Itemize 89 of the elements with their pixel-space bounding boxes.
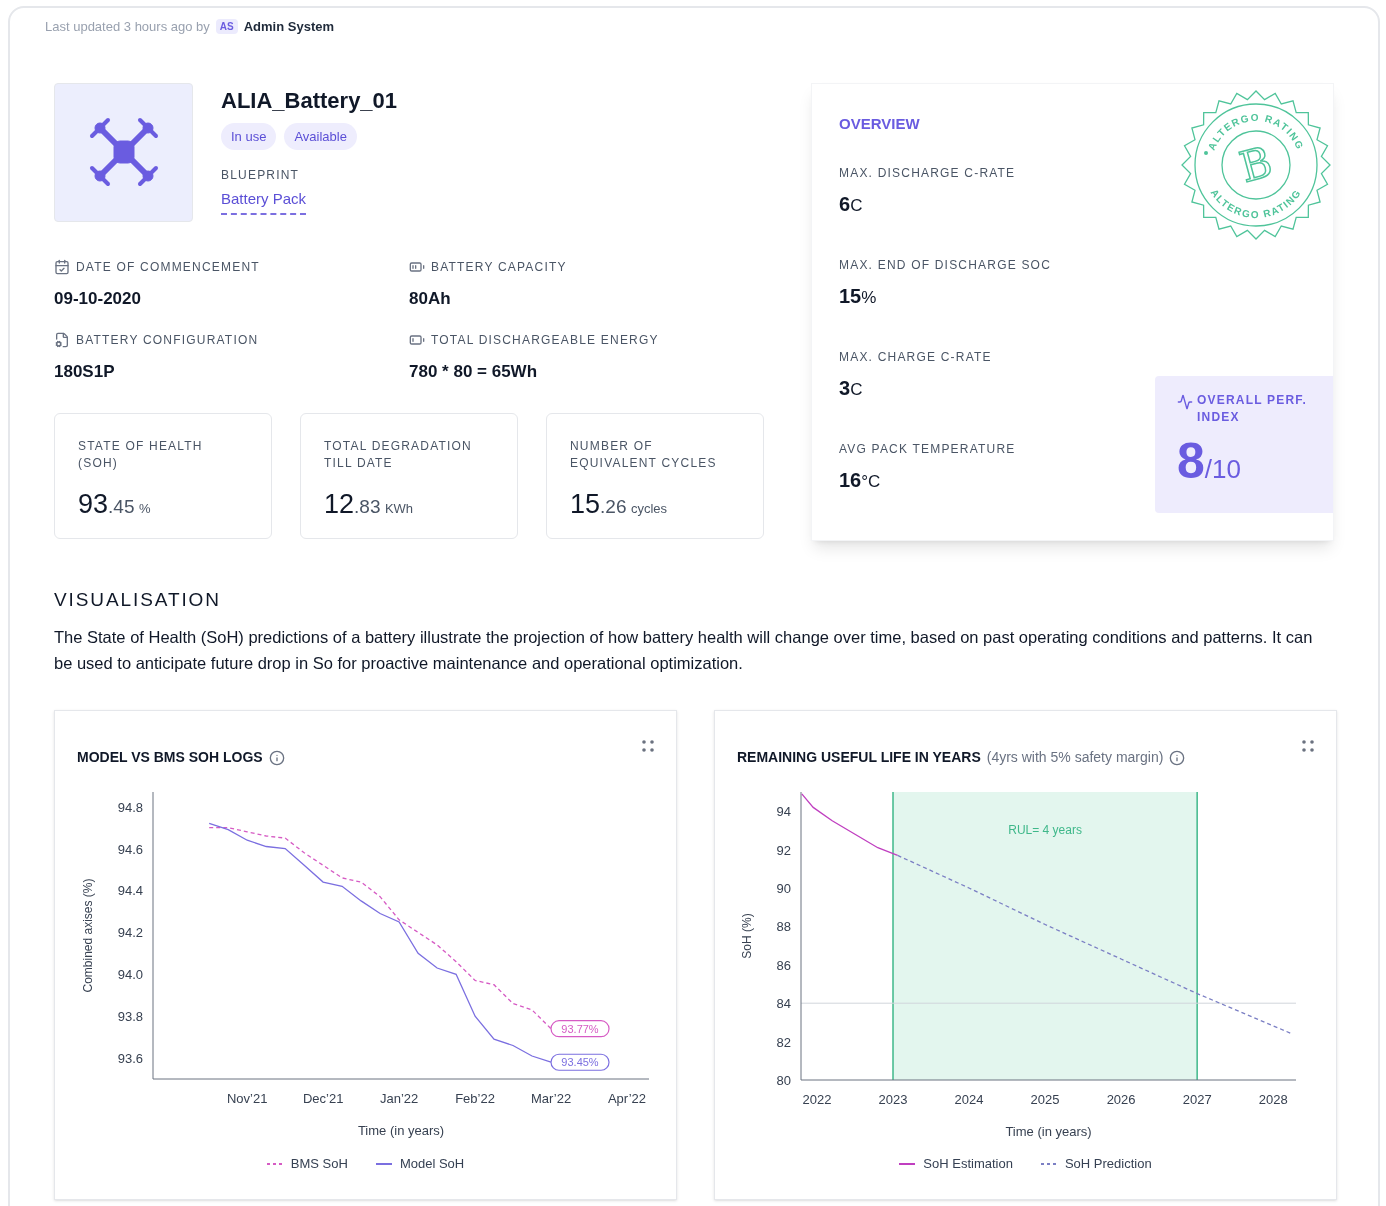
performance-score: 8/10 bbox=[1177, 433, 1242, 489]
overview-value: 16°C bbox=[839, 469, 881, 492]
calendar-icon bbox=[54, 258, 70, 275]
detail-label: DATE OF COMMENCEMENT bbox=[76, 258, 260, 276]
blueprint-label: BLUEPRINT bbox=[221, 167, 301, 184]
section-title: VISUALISATION bbox=[54, 587, 222, 612]
overview-label: MAX. DISCHARGE C-RATE bbox=[839, 164, 1016, 182]
x-tick-label: 2023 bbox=[878, 1092, 907, 1107]
legend-label: Model SoH bbox=[399, 1155, 465, 1173]
x-tick-label: 2024 bbox=[954, 1092, 983, 1107]
chart-subtitle: (4yrs with 5% safety margin) bbox=[986, 748, 1164, 767]
overview-label: MAX. CHARGE C-RATE bbox=[839, 348, 992, 366]
x-tick-label: 2026 bbox=[1106, 1092, 1136, 1107]
y-tick-label: 82 bbox=[776, 1034, 791, 1050]
x-tick-label: Mar’22 bbox=[530, 1091, 571, 1106]
value-label: 93.45% bbox=[549, 1053, 610, 1071]
legend-label: BMS SoH bbox=[290, 1155, 348, 1173]
overview-title: OVERVIEW bbox=[839, 114, 920, 132]
y-axis-title: SoH (%) bbox=[739, 913, 754, 959]
detail-value: 180S1P bbox=[54, 361, 116, 383]
value-label: 93.77% bbox=[549, 1020, 610, 1038]
y-tick-label: 93.8 bbox=[117, 1009, 143, 1025]
legend-line-icon bbox=[1040, 1161, 1057, 1166]
x-tick-label: Apr’22 bbox=[607, 1091, 646, 1106]
file-gear-icon bbox=[54, 332, 70, 348]
y-tick-label: 84 bbox=[776, 996, 791, 1012]
detail-value: 80Ah bbox=[409, 287, 452, 310]
detail-value: 780 * 80 = 65Wh bbox=[409, 361, 539, 383]
y-tick-label: 94.4 bbox=[117, 883, 143, 899]
overview-label: AVG PACK TEMPERATURE bbox=[839, 440, 1016, 458]
detail-label: TOTAL DISCHARGEABLE ENERGY bbox=[431, 332, 659, 349]
chart-title: REMAINING USEFUL LIFE IN YEARS bbox=[737, 748, 981, 767]
legend-line-icon bbox=[899, 1161, 916, 1166]
x-tick-label: 2027 bbox=[1182, 1092, 1212, 1107]
x-tick-label: 2025 bbox=[1030, 1092, 1060, 1107]
legend-label: SoH Prediction bbox=[1064, 1155, 1152, 1173]
chart-title: MODEL VS BMS SOH LOGS bbox=[77, 748, 263, 767]
legend-line-icon bbox=[375, 1161, 392, 1166]
detail-label: BATTERY CAPACITY bbox=[431, 258, 567, 276]
y-tick-label: 94.2 bbox=[117, 925, 143, 941]
x-axis-title: Time (in years) bbox=[1004, 1124, 1092, 1139]
status-tag: In use bbox=[221, 122, 277, 150]
overview-label: MAX. END OF DISCHARGE SOC bbox=[839, 256, 1052, 274]
legend-line-icon bbox=[266, 1161, 283, 1166]
annotation: 93.77% bbox=[560, 1022, 599, 1035]
x-tick-label: 2028 bbox=[1258, 1092, 1288, 1107]
overview-value: 15% bbox=[839, 285, 877, 308]
info-icon bbox=[1169, 749, 1186, 766]
rul-label: RUL= 4 years bbox=[1007, 823, 1082, 837]
y-axis-title: Combined axises (%) bbox=[80, 878, 95, 993]
stat-value: 93.45 % bbox=[78, 487, 152, 521]
stat-label: TOTAL DEGRADATION TILL DATE bbox=[324, 437, 473, 472]
y-tick-label: 92 bbox=[776, 842, 791, 858]
overview-value: 6C bbox=[839, 193, 863, 216]
x-tick-label: Jan’22 bbox=[379, 1091, 418, 1106]
detail-value: 09-10-2020 bbox=[54, 287, 142, 310]
annotation: 93.45% bbox=[560, 1056, 599, 1069]
y-tick-label: 88 bbox=[776, 919, 791, 935]
y-tick-label: 90 bbox=[776, 881, 791, 896]
performance-index-label: OVERALL PERF. INDEX bbox=[1197, 391, 1309, 426]
x-tick-label: Nov’21 bbox=[226, 1091, 267, 1106]
y-tick-label: 86 bbox=[776, 957, 791, 973]
stat-value: 15.26 cycles bbox=[570, 487, 669, 521]
y-tick-label: 94 bbox=[776, 804, 791, 820]
user-avatar: AS bbox=[215, 19, 238, 35]
stat-label: STATE OF HEALTH (SOH) bbox=[78, 437, 204, 472]
activity-icon bbox=[1177, 393, 1193, 410]
last-updated-text: Last updated 3 hours ago by bbox=[45, 18, 210, 36]
stat-label: NUMBER OF EQUIVALENT CYCLES bbox=[570, 437, 718, 472]
y-tick-label: 94.0 bbox=[117, 967, 143, 983]
user-name: Admin System bbox=[243, 18, 334, 36]
overview-value: 3C bbox=[839, 377, 863, 400]
asset-name: ALIA_Battery_01 bbox=[221, 86, 398, 115]
info-icon bbox=[268, 749, 285, 766]
detail-label: BATTERY CONFIGURATION bbox=[76, 332, 259, 349]
x-tick-label: Dec’21 bbox=[302, 1091, 343, 1106]
stat-value: 12.83 KWh bbox=[324, 487, 415, 521]
y-tick-label: 94.6 bbox=[117, 841, 143, 857]
section-description: The State of Health (SoH) predictions of a battery illustrate the projection of how battery health will change over time, based on past operating conditions and patterns. It can be used to anticipate future drop in So for proactive maintenance and operational optimization. bbox=[54, 627, 1314, 674]
blueprint-link[interactable]: Battery Pack bbox=[221, 188, 307, 215]
x-tick-label: 2022 bbox=[802, 1092, 831, 1107]
x-tick-label: Feb’22 bbox=[454, 1091, 495, 1106]
y-tick-label: 93.6 bbox=[117, 1051, 143, 1067]
legend-label: SoH Estimation bbox=[923, 1155, 1013, 1173]
y-tick-label: 80 bbox=[776, 1073, 791, 1088]
y-tick-label: 94.8 bbox=[117, 799, 143, 815]
status-tag: Available bbox=[284, 122, 357, 150]
battery-icon bbox=[409, 332, 425, 348]
x-axis-title: Time (in years) bbox=[357, 1123, 444, 1138]
